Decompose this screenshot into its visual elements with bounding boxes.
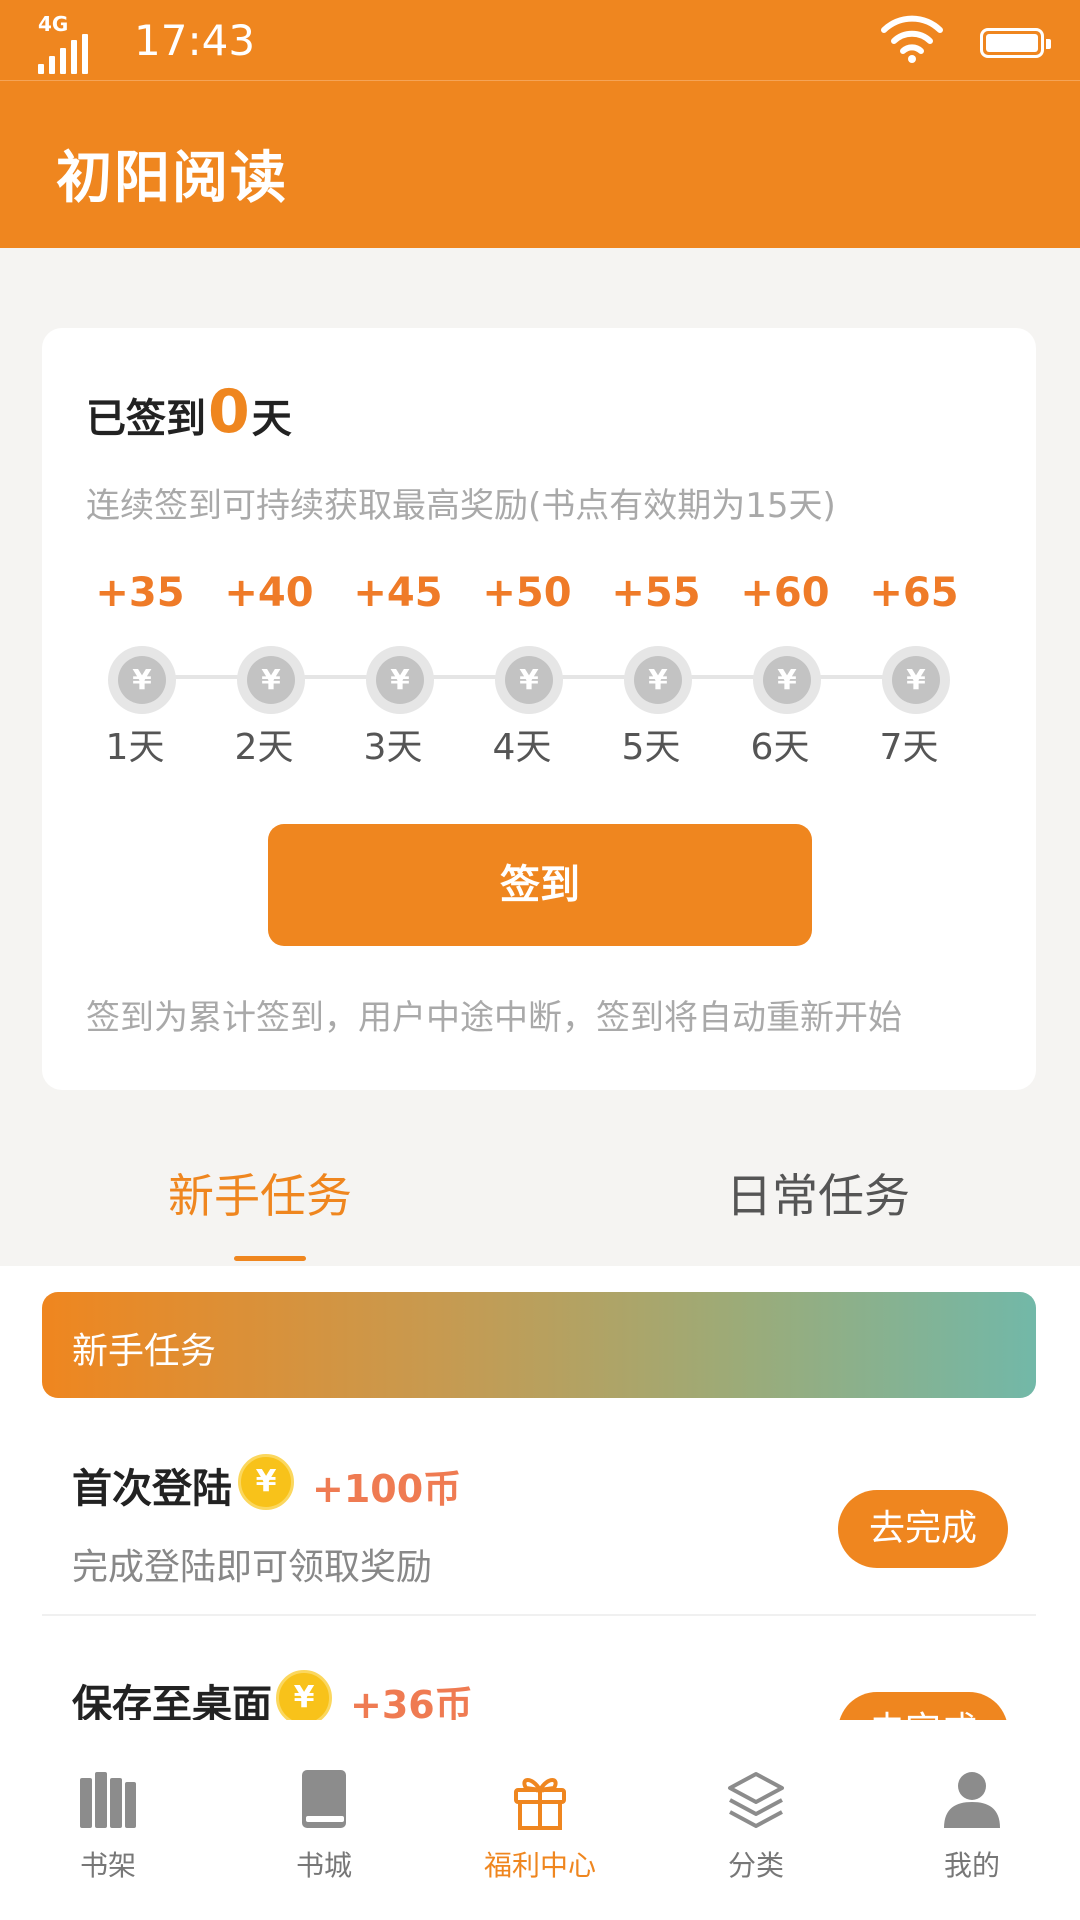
status-bar: 4G 17:43 [0, 0, 1080, 80]
complete-task-button[interactable]: 去完成 [838, 1490, 1008, 1568]
signin-count: 0 [208, 377, 250, 447]
day-label: 2天 [234, 727, 294, 768]
task-item: 首次登陆 ¥ +100币 完成登陆即可领取奖励 去完成 [42, 1424, 1036, 1614]
day-item: +60 ¥ 6天 [725, 570, 845, 770]
nav-label: 我的 [943, 1849, 1000, 1882]
signin-card: 已签到 0 天 连续签到可持续获取最高奖励(书点有效期为15天) +35 ¥ 1… [42, 328, 1036, 1090]
signin-prefix: 已签到 [86, 396, 206, 442]
day-points: +60 [740, 570, 830, 616]
task-reward: +100币 [312, 1467, 462, 1511]
signin-description: 连续签到可持续获取最高奖励(书点有效期为15天) [86, 486, 836, 526]
nav-label: 福利中心 [483, 1849, 596, 1882]
bottom-nav: 书架 书城 福利中心 分类 我的 [0, 1720, 1080, 1920]
coin-icon: ¥ [366, 646, 434, 714]
coin-icon: ¥ [237, 646, 305, 714]
task-description: 完成登陆即可领取奖励 [72, 1547, 433, 1588]
nav-item-bookstore[interactable]: 书城 [216, 1720, 432, 1920]
coin-icon: ¥ [624, 646, 692, 714]
signin-button[interactable]: 签到 [268, 824, 812, 946]
coin-icon: ¥ [882, 646, 950, 714]
coin-icon: ¥ [276, 1670, 332, 1720]
divider [42, 1614, 1036, 1616]
task-reward: +36币 [350, 1683, 473, 1720]
coin-icon: ¥ [238, 1454, 294, 1510]
network-type: 4G [38, 12, 69, 36]
nav-item-bookshelf[interactable]: 书架 [0, 1720, 216, 1920]
clock: 17:43 [134, 16, 256, 65]
nav-label: 分类 [727, 1849, 784, 1882]
tab-daily-tasks[interactable]: 日常任务 [726, 1160, 910, 1226]
complete-task-button[interactable]: 去完成 [838, 1692, 1008, 1720]
day-points: +35 [95, 570, 185, 616]
signin-suffix: 天 [251, 396, 292, 442]
day-points: +40 [224, 570, 314, 616]
day-label: 6天 [750, 727, 810, 768]
task-item: 保存至桌面 ¥ +36币 去完成 [42, 1640, 1036, 1720]
day-label: 1天 [105, 727, 165, 768]
day-label: 4天 [492, 727, 552, 768]
day-item: +35 ¥ 1天 [80, 570, 200, 770]
tab-newbie-tasks[interactable]: 新手任务 [168, 1160, 352, 1226]
day-item: +40 ¥ 2天 [209, 570, 329, 770]
nav-label: 书城 [295, 1849, 352, 1882]
banner-title: 新手任务 [72, 1331, 217, 1372]
book-icon [302, 1770, 346, 1828]
signin-note: 签到为累计签到，用户中途中断，签到将自动重新开始 [86, 998, 902, 1038]
wifi-icon [881, 15, 943, 63]
coin-icon: ¥ [108, 646, 176, 714]
signin-status: 已签到 0 天 [86, 377, 292, 447]
task-name: 保存至桌面 [72, 1682, 272, 1720]
nav-label: 书架 [79, 1849, 136, 1882]
coin-icon: ¥ [753, 646, 821, 714]
signal-icon [38, 34, 88, 74]
day-points: +55 [611, 570, 701, 616]
nav-item-profile[interactable]: 我的 [864, 1720, 1080, 1920]
signin-days: +35 ¥ 1天 +40 ¥ 2天 +45 ¥ 3天 +50 ¥ 4天 +55 … [80, 570, 1010, 770]
day-label: 7天 [879, 727, 939, 768]
day-item: +55 ¥ 5天 [596, 570, 716, 770]
task-list: 新手任务 首次登陆 ¥ +100币 完成登陆即可领取奖励 去完成 保存至桌面 ¥… [0, 1266, 1080, 1720]
battery-icon [980, 28, 1051, 58]
day-item: +50 ¥ 4天 [467, 570, 587, 770]
app-title: 初阳阅读 [56, 146, 288, 211]
day-item: +65 ¥ 7天 [854, 570, 974, 770]
task-tabs: 新手任务 日常任务 [0, 1110, 1080, 1266]
task-section-banner: 新手任务 [42, 1292, 1036, 1398]
nav-item-categories[interactable]: 分类 [648, 1720, 864, 1920]
user-icon [944, 1772, 1000, 1828]
coin-icon: ¥ [495, 646, 563, 714]
day-points: +65 [869, 570, 959, 616]
day-label: 5天 [621, 727, 681, 768]
active-tab-indicator [234, 1256, 306, 1261]
gift-icon [514, 1778, 566, 1830]
task-name: 首次登陆 [72, 1466, 232, 1512]
layers-icon [728, 1772, 784, 1828]
day-points: +50 [482, 570, 572, 616]
nav-item-rewards[interactable]: 福利中心 [432, 1720, 648, 1920]
day-points: +45 [353, 570, 443, 616]
day-label: 3天 [363, 727, 423, 768]
day-item: +45 ¥ 3天 [338, 570, 458, 770]
bookshelf-icon [80, 1772, 136, 1828]
app-bar: 初阳阅读 [0, 80, 1080, 248]
